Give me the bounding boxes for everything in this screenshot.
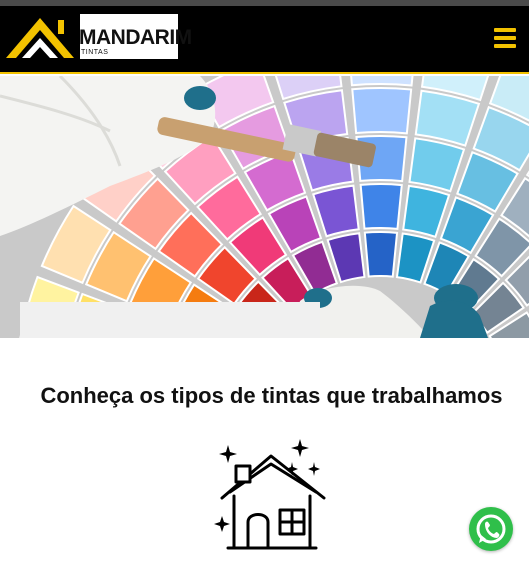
roof-logo-icon: [2, 14, 80, 59]
whatsapp-icon: [476, 514, 506, 544]
paint-swatch-fan-image: [0, 76, 529, 338]
site-header: MANDARIM TINTAS: [0, 6, 529, 74]
house-sparkle-icon: [214, 439, 326, 550]
hero-image: [0, 76, 529, 338]
whatsapp-button[interactable]: [469, 507, 513, 551]
hamburger-menu-icon[interactable]: [492, 26, 518, 52]
page: MANDARIM TINTAS Conheça os tipos de tint…: [0, 0, 529, 568]
logo-name: MANDARIM: [79, 26, 192, 49]
logo-subtitle: TINTAS: [81, 49, 109, 56]
site-logo[interactable]: MANDARIM TINTAS: [2, 14, 192, 59]
section-title: Conheça os tipos de tintas que trabalham…: [40, 383, 503, 408]
